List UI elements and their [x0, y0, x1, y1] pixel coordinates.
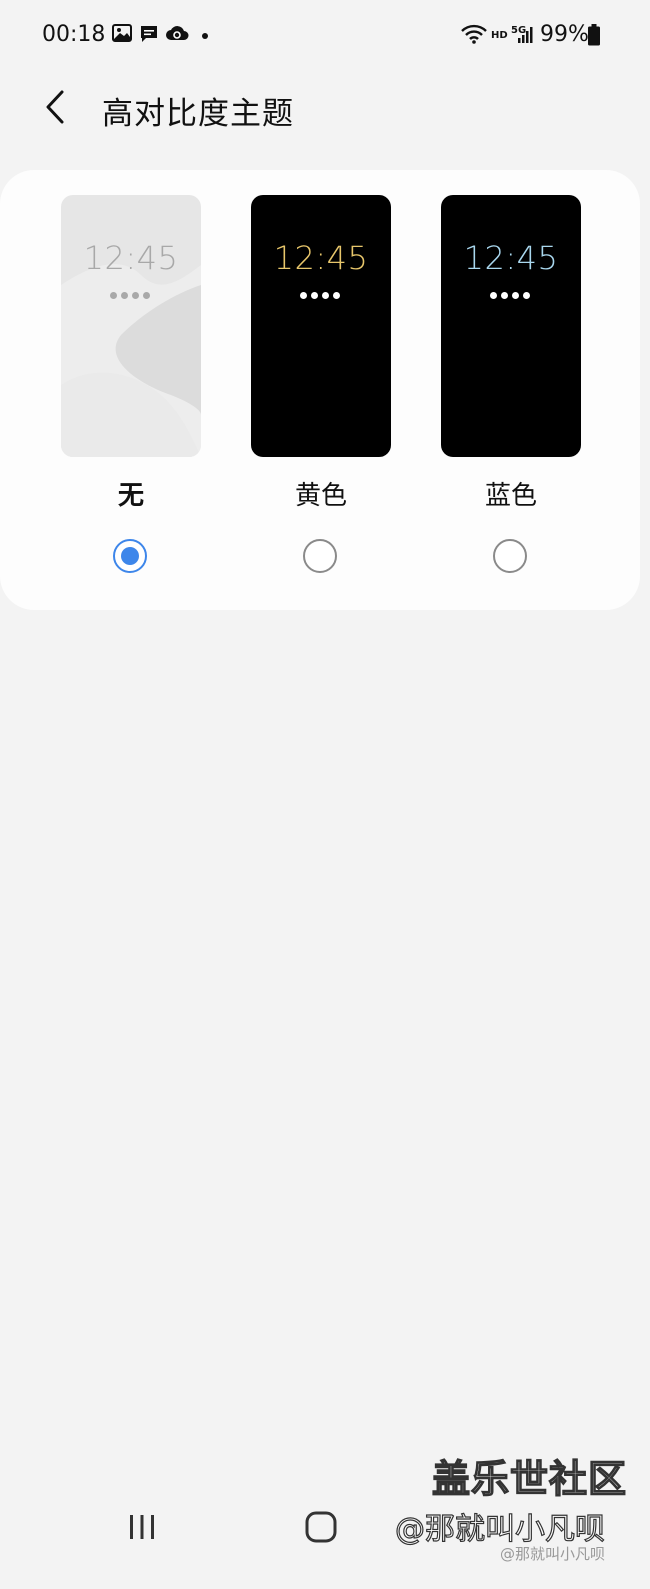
- message-icon: [141, 26, 157, 42]
- theme-option-none[interactable]: 12:45 无: [36, 170, 226, 610]
- theme-label-blue: 蓝色: [484, 481, 537, 511]
- theme-option-blue[interactable]: 12:45 蓝色: [416, 170, 606, 610]
- theme-label-yellow: 黄色: [294, 481, 347, 511]
- preview-clock: 12:45: [273, 239, 369, 277]
- pin-dots: [110, 292, 152, 300]
- preview-clock: 12:45: [83, 239, 179, 277]
- image-icon: [112, 24, 132, 42]
- wallpaper-wave: [61, 264, 201, 457]
- home-button[interactable]: [299, 1505, 343, 1549]
- status-bar: 00:18 HD 5G 99%: [0, 0, 650, 72]
- recent-apps-button[interactable]: [120, 1505, 164, 1549]
- theme-radio-blue[interactable]: [493, 539, 527, 573]
- page-title: 高对比度主题: [102, 96, 294, 132]
- signal-icon: [518, 27, 533, 43]
- theme-label-none: 无: [117, 481, 144, 511]
- theme-options-card: 12:45 无 12:45 黄色 12:45 蓝色: [0, 170, 640, 610]
- theme-option-yellow[interactable]: 12:45 黄色: [226, 170, 416, 610]
- battery-icon: [588, 24, 600, 46]
- theme-preview-none: 12:45: [61, 195, 201, 457]
- status-time: 00:18: [42, 22, 106, 47]
- battery-percent: 99%: [540, 22, 589, 47]
- hd-label: HD: [491, 30, 508, 41]
- cloud-sync-icon: [166, 26, 189, 40]
- watermark-community: 盖乐世社区: [431, 1456, 628, 1501]
- wifi-icon: [461, 24, 487, 44]
- watermark-handle: @那就叫小凡呗: [394, 1511, 605, 1547]
- theme-preview-blue: 12:45: [441, 195, 581, 457]
- theme-preview-yellow: 12:45: [251, 195, 391, 457]
- pin-dots: [300, 292, 342, 300]
- preview-clock: 12:45: [463, 239, 559, 277]
- home-icon: [305, 1511, 337, 1543]
- watermark-weibo: @那就叫小凡呗: [500, 1545, 606, 1563]
- recent-apps-icon: [130, 1515, 154, 1539]
- chevron-left-icon: [46, 90, 64, 124]
- theme-radio-yellow[interactable]: [303, 539, 337, 573]
- dot-icon: [202, 33, 208, 39]
- theme-radio-none[interactable]: [113, 539, 147, 573]
- back-button[interactable]: [38, 84, 78, 130]
- pin-dots: [490, 292, 532, 300]
